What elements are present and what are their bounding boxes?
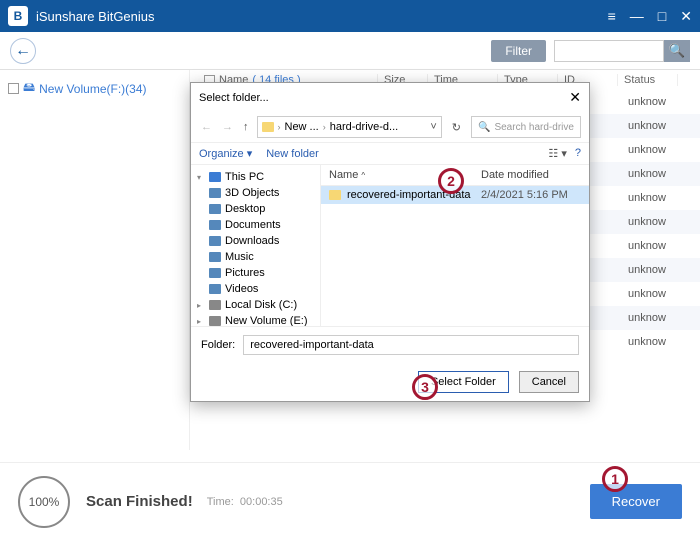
nav-up-icon[interactable]: ↑ [241,121,251,133]
folder-icon [262,122,274,132]
view-icon[interactable]: ☷ ▾ [548,147,566,160]
sidebar-item-volume[interactable]: 🖴 New Volume(F:)(34) [4,76,185,101]
dialog-buttons: Select Folder Cancel [191,363,589,401]
nav-fwd-icon[interactable]: → [220,121,235,133]
tree-node[interactable]: Documents [193,217,318,233]
cell-status: unknow [628,264,688,276]
minimize-icon[interactable]: ― [630,8,644,24]
titlebar: B iSunshare BitGenius ≡ ― □ ✕ [0,0,700,32]
annotation-2: 2 [438,168,464,194]
tree-node[interactable]: ▾This PC [193,169,318,185]
tree-node[interactable]: 3D Objects [193,185,318,201]
search-button[interactable]: 🔍 [664,40,690,62]
progress-circle: 100% [18,476,70,528]
filter-button[interactable]: Filter [491,40,546,62]
dialog-close-icon[interactable]: ✕ [569,89,581,106]
checkbox-icon[interactable] [8,83,19,94]
folder-input[interactable] [243,335,579,355]
cell-status: unknow [628,96,688,108]
col-status[interactable]: Status [618,74,678,86]
sidebar-label: New Volume(F:)(34) [39,82,146,96]
folder-icon [329,190,341,200]
annotation-1: 1 [602,466,628,492]
select-folder-dialog: Select folder... ✕ ← → ↑ › New ... › har… [190,82,590,402]
dialog-titlebar: Select folder... ✕ [191,83,589,112]
back-button[interactable]: ← [10,38,36,64]
refresh-icon[interactable]: ↻ [448,121,465,134]
cell-status: unknow [628,168,688,180]
toolbar: ← Filter 🔍 [0,32,700,70]
tree-node[interactable]: ▸New Volume (E:) [193,313,318,326]
app-title: iSunshare BitGenius [36,9,608,24]
drive-icon: 🖴 [23,78,35,99]
sidebar: 🖴 New Volume(F:)(34) [0,70,190,450]
tree-node[interactable]: Downloads [193,233,318,249]
maximize-icon[interactable]: □ [658,8,666,24]
cell-status: unknow [628,192,688,204]
tree-node[interactable]: Pictures [193,265,318,281]
organize-button[interactable]: Organize ▾ [199,147,252,160]
menu-icon[interactable]: ≡ [608,8,616,24]
bottom-bar: 100% Scan Finished! Time: 00:00:35 Recov… [0,462,700,540]
item-date: 2/4/2021 5:16 PM [481,189,581,201]
tree-node[interactable]: Desktop [193,201,318,217]
scan-status: Scan Finished! [86,493,193,510]
cell-status: unknow [628,288,688,300]
time-label: Time: 00:00:35 [207,496,283,508]
dialog-search[interactable]: 🔍 Search hard-drive-data [471,116,581,138]
nav-back-icon[interactable]: ← [199,121,214,133]
breadcrumb[interactable]: › New ... › hard-drive-d... ˅ [257,116,442,138]
dialog-nav: ← → ↑ › New ... › hard-drive-d... ˅ ↻ 🔍 … [191,112,589,143]
cell-status: unknow [628,144,688,156]
folder-label: Folder: [201,339,235,351]
cell-status: unknow [628,240,688,252]
search-icon: 🔍 [478,122,490,133]
help-icon[interactable]: ? [575,147,581,160]
dropdown-icon[interactable]: ˅ [430,121,436,133]
folder-tree[interactable]: ▾This PC3D ObjectsDesktopDocumentsDownlo… [191,165,321,326]
new-folder-button[interactable]: New folder [266,148,319,160]
recover-button[interactable]: Recover [590,484,682,519]
folder-input-row: Folder: [191,326,589,363]
tree-node[interactable]: Music [193,249,318,265]
cell-status: unknow [628,312,688,324]
search-box: 🔍 [554,40,690,62]
list-col-date[interactable]: Date modified [481,169,581,181]
search-input[interactable] [554,40,664,62]
cell-status: unknow [628,336,688,348]
tree-node[interactable]: Videos [193,281,318,297]
dialog-title: Select folder... [199,92,569,104]
dialog-toolbar: Organize ▾ New folder ☷ ▾ ? [191,143,589,165]
cell-status: unknow [628,216,688,228]
tree-node[interactable]: ▸Local Disk (C:) [193,297,318,313]
annotation-3: 3 [412,374,438,400]
cancel-button[interactable]: Cancel [519,371,579,393]
close-icon[interactable]: ✕ [680,8,692,25]
app-logo: B [8,6,28,26]
cell-status: unknow [628,120,688,132]
